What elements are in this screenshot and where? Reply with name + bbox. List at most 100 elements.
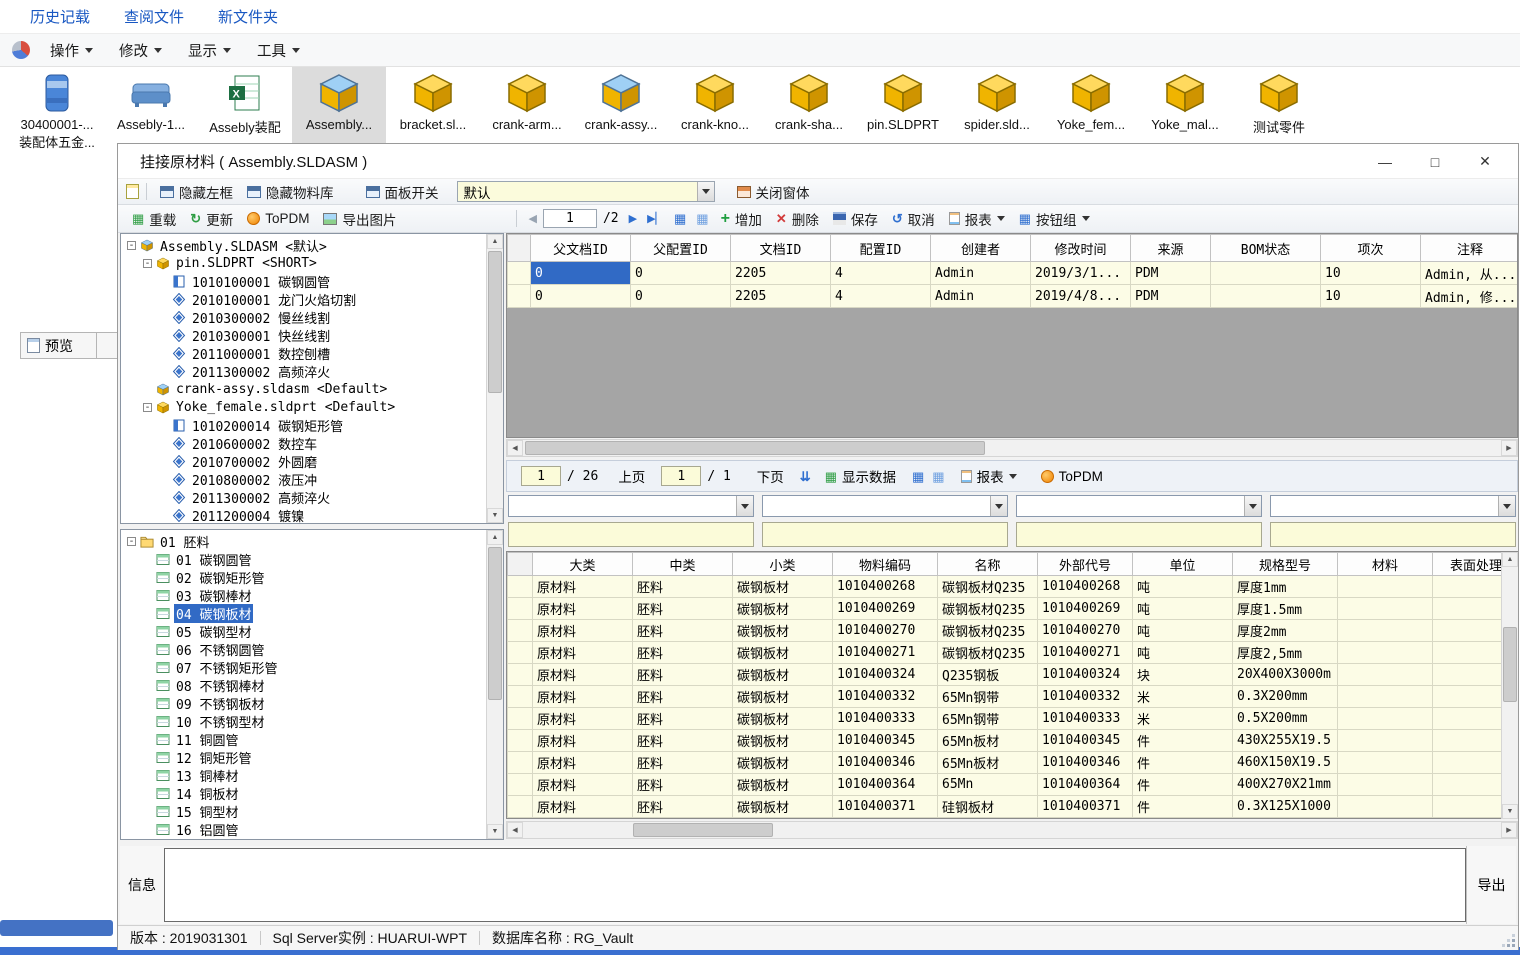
column-header[interactable]: 父配置ID <box>631 235 731 262</box>
cell[interactable]: 厚度1mm <box>1233 576 1338 598</box>
grid-view-alt-icon[interactable] <box>932 470 944 483</box>
cell[interactable]: 1010400346 <box>833 752 938 774</box>
cell[interactable]: 65Mn钢带 <box>938 708 1038 730</box>
cell[interactable]: 1010400364 <box>833 774 938 796</box>
cell[interactable]: 碳钢板材 <box>733 598 833 620</box>
scroll-track[interactable] <box>523 822 1501 838</box>
cell[interactable]: 碳钢板材 <box>733 752 833 774</box>
cell[interactable]: 1010400345 <box>1038 730 1133 752</box>
cell[interactable]: Q235钢板 <box>938 664 1038 686</box>
export-image-button[interactable]: 导出图片 <box>317 206 402 232</box>
cell[interactable]: 碳钢板材 <box>733 730 833 752</box>
cell[interactable]: 1010400268 <box>1038 576 1133 598</box>
preview-button[interactable]: 预览 <box>20 332 98 359</box>
scroll-down-icon[interactable] <box>487 508 503 523</box>
tree-item[interactable]: 1010200014 碳钢矩形管 <box>121 416 486 434</box>
cell[interactable]: 厚度1.5mm <box>1233 598 1338 620</box>
prev-page-button[interactable]: 上页 <box>612 463 651 489</box>
cell[interactable] <box>1338 730 1433 752</box>
cell[interactable]: 1010400371 <box>1038 796 1133 818</box>
filter-select-3[interactable] <box>1016 495 1262 517</box>
tree-item[interactable]: 12 铜矩形管 <box>121 748 486 766</box>
cell[interactable]: 碳钢板材Q235 <box>938 620 1038 642</box>
cell[interactable]: 胚料 <box>633 730 733 752</box>
cell[interactable]: 65Mn板材 <box>938 730 1038 752</box>
delete-button[interactable]: 删除 <box>770 206 825 232</box>
tree-item[interactable]: -pin.SLDPRT <SHORT> <box>121 254 486 272</box>
tree-item[interactable]: 2011300002 高频淬火 <box>121 488 486 506</box>
row-indicator[interactable] <box>508 598 533 620</box>
cell[interactable]: 2019/4/8... <box>1031 285 1131 308</box>
row-indicator[interactable] <box>508 752 533 774</box>
cell[interactable]: 吨 <box>1133 642 1233 664</box>
expand-toggle-icon[interactable]: - <box>127 537 136 546</box>
maximize-button[interactable]: □ <box>1410 144 1460 179</box>
report-button-lower[interactable]: 报表 <box>955 463 1023 489</box>
row-indicator[interactable] <box>508 686 533 708</box>
scroll-up-icon[interactable] <box>487 530 503 545</box>
cell[interactable]: 1010400270 <box>833 620 938 642</box>
cell[interactable]: 米 <box>1133 708 1233 730</box>
cell[interactable]: 1010400271 <box>833 642 938 664</box>
cell[interactable]: 10 <box>1321 285 1421 308</box>
row-indicator[interactable] <box>508 262 531 285</box>
cell[interactable]: 原材料 <box>533 620 633 642</box>
export-button[interactable]: 导出 <box>1466 846 1516 924</box>
tree-item[interactable]: 2010300002 慢丝线割 <box>121 308 486 326</box>
column-header[interactable]: BOM状态 <box>1211 235 1321 262</box>
cell[interactable]: 胚料 <box>633 642 733 664</box>
expand-toggle-icon[interactable]: - <box>143 403 152 412</box>
column-header[interactable]: 注释 <box>1421 235 1519 262</box>
filter-input-4[interactable] <box>1270 522 1516 547</box>
cell[interactable]: 原材料 <box>533 598 633 620</box>
scroll-left-icon[interactable] <box>507 440 523 456</box>
cell[interactable]: 0.5X200mm <box>1233 708 1338 730</box>
prev-record-icon[interactable] <box>528 211 536 226</box>
cell[interactable]: 胚料 <box>633 576 733 598</box>
app-menu-4[interactable]: 工具 <box>247 36 310 65</box>
column-header[interactable]: 材料 <box>1338 553 1433 576</box>
cell[interactable]: 4 <box>831 285 931 308</box>
tree-item[interactable]: 2010600002 数控车 <box>121 434 486 452</box>
cell[interactable]: 胚料 <box>633 752 733 774</box>
cell[interactable]: 件 <box>1133 752 1233 774</box>
cell[interactable]: 块 <box>1133 664 1233 686</box>
cell[interactable]: 硅钢板材 <box>938 796 1038 818</box>
background-scrollbar-thumb[interactable] <box>0 920 113 936</box>
column-header[interactable]: 物料编码 <box>833 553 938 576</box>
last-record-icon[interactable] <box>647 211 664 226</box>
column-header[interactable]: 配置ID <box>831 235 931 262</box>
filter-input-3[interactable] <box>1016 522 1262 547</box>
cell[interactable]: 65Mn <box>938 774 1038 796</box>
cancel-button[interactable]: 取消 <box>886 206 941 232</box>
grid-view-icon[interactable] <box>674 212 686 225</box>
cell[interactable]: PDM <box>1131 262 1211 285</box>
cell[interactable]: 65Mn板材 <box>938 752 1038 774</box>
row-indicator[interactable] <box>508 620 533 642</box>
column-header[interactable]: 项次 <box>1321 235 1421 262</box>
app-menu-2[interactable]: 修改 <box>109 36 172 65</box>
combo-dropdown-button[interactable] <box>697 182 714 201</box>
scroll-track[interactable] <box>487 249 503 508</box>
row-indicator[interactable] <box>508 576 533 598</box>
cell[interactable]: 1010400269 <box>1038 598 1133 620</box>
info-box[interactable] <box>164 848 1466 922</box>
minimize-button[interactable]: — <box>1360 144 1410 179</box>
tree-item[interactable]: 06 不锈钢圆管 <box>121 640 486 658</box>
cell[interactable]: 原材料 <box>533 708 633 730</box>
cell[interactable] <box>1338 620 1433 642</box>
cell[interactable]: 厚度2mm <box>1233 620 1338 642</box>
tree-item[interactable]: 11 铜圆管 <box>121 730 486 748</box>
row-indicator[interactable] <box>508 796 533 818</box>
cell[interactable]: 1010400332 <box>833 686 938 708</box>
cell[interactable]: 1010400364 <box>1038 774 1133 796</box>
cell[interactable]: 吨 <box>1133 598 1233 620</box>
cell[interactable]: 1010400324 <box>1038 664 1133 686</box>
scroll-track[interactable] <box>1502 567 1518 804</box>
tree-item[interactable]: 01 碳钢圆管 <box>121 550 486 568</box>
sub-page-input[interactable] <box>661 466 701 486</box>
cell[interactable]: 厚度2,5mm <box>1233 642 1338 664</box>
cell[interactable]: 碳钢板材 <box>733 708 833 730</box>
top-menu-item-2[interactable]: 查阅文件 <box>124 6 184 27</box>
column-header[interactable]: 名称 <box>938 553 1038 576</box>
